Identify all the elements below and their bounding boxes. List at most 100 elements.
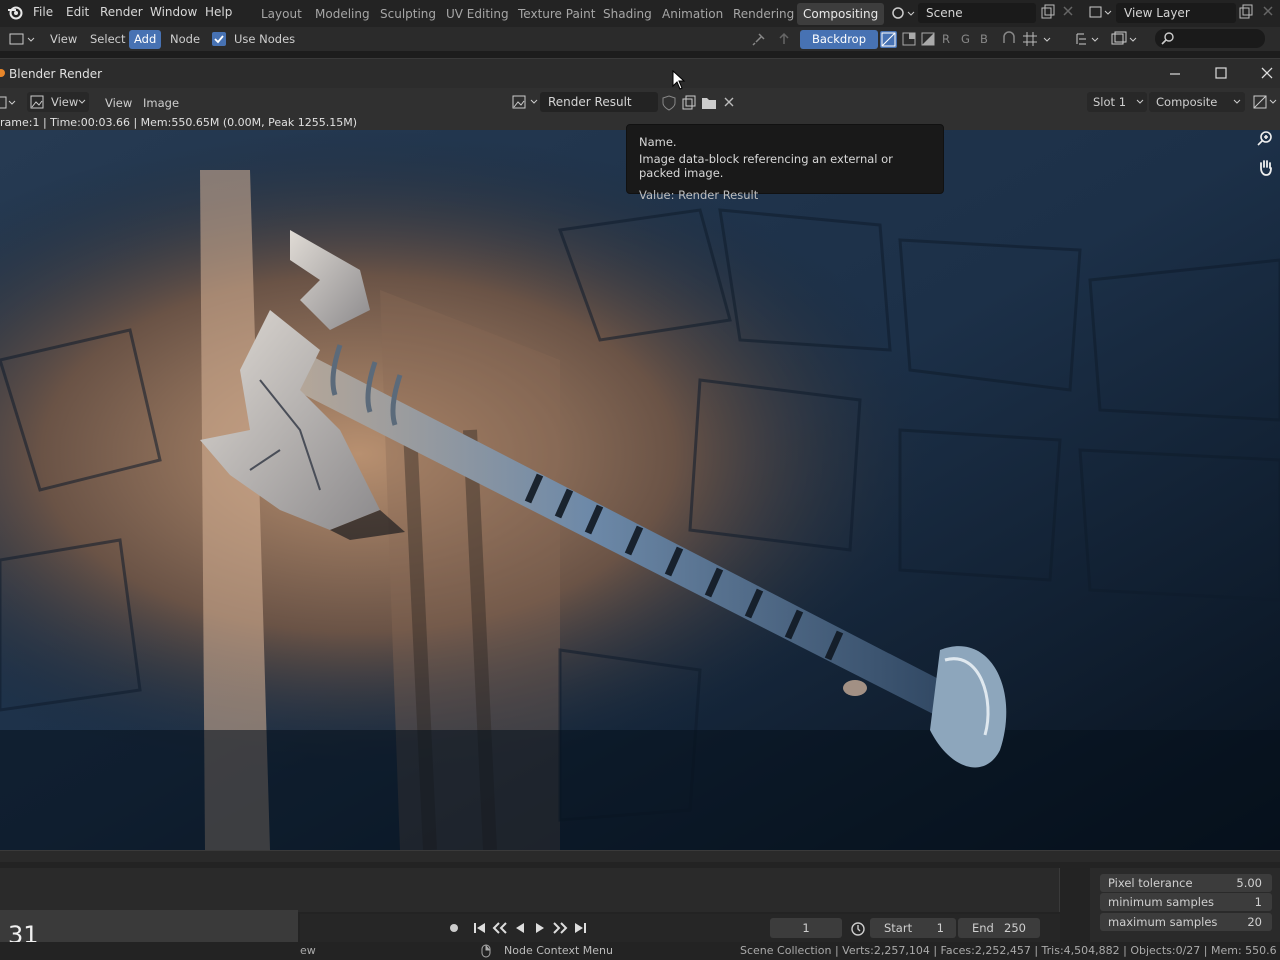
- timeline-region: [0, 868, 1060, 912]
- backdrop-toggle[interactable]: Backdrop: [800, 30, 878, 49]
- prev-keyframe-icon[interactable]: [492, 920, 508, 936]
- fake-user-shield-icon[interactable]: [661, 95, 677, 111]
- tooltip: Name. Image data-block referencing an ex…: [626, 124, 944, 202]
- view-mode-label: View: [51, 95, 79, 109]
- window-titlebar: Blender Render: [0, 58, 1280, 88]
- maximum-samples-field[interactable]: maximum samples 20: [1100, 913, 1272, 931]
- tab-animation[interactable]: Animation: [656, 3, 729, 25]
- minimize-icon[interactable]: [1168, 67, 1182, 81]
- channel-g[interactable]: G: [956, 30, 975, 49]
- new-scene-icon[interactable]: [1040, 4, 1056, 20]
- tooltip-title: Name.: [639, 135, 677, 149]
- view-menu[interactable]: View: [45, 30, 82, 49]
- top-bar: File Edit Render Window Help Layout Mode…: [0, 0, 1280, 27]
- backdrop-alpha-icon[interactable]: [901, 31, 917, 47]
- menu-render[interactable]: Render: [100, 5, 143, 19]
- pixel-tolerance-field[interactable]: Pixel tolerance 5.00: [1100, 874, 1272, 892]
- node-menu[interactable]: Node: [165, 30, 205, 49]
- tooltip-value: Value: Render Result: [639, 188, 759, 202]
- scene-icon[interactable]: [890, 4, 916, 22]
- pin-icon[interactable]: [751, 31, 767, 47]
- display-mode-icon[interactable]: [1110, 31, 1140, 47]
- new-view-layer-icon[interactable]: [1238, 4, 1254, 20]
- render-result-image: [0, 130, 1280, 850]
- prop-label: Pixel tolerance: [1108, 876, 1193, 890]
- outliner-filter-icon[interactable]: [1074, 31, 1104, 47]
- menu-help[interactable]: Help: [205, 5, 232, 19]
- tab-texture-paint[interactable]: Texture Paint: [512, 3, 601, 25]
- new-image-icon[interactable]: [681, 95, 697, 111]
- blender-logo-icon[interactable]: [7, 5, 24, 20]
- image-icon: [30, 95, 44, 109]
- channel-r[interactable]: R: [937, 30, 955, 49]
- prop-value: 1: [1254, 895, 1262, 909]
- view-mode-dropdown[interactable]: View: [27, 92, 89, 112]
- tab-uv-editing[interactable]: UV Editing: [440, 3, 515, 25]
- tab-modeling[interactable]: Modeling: [309, 3, 376, 25]
- channel-b[interactable]: B: [975, 30, 993, 49]
- current-frame-field[interactable]: 1: [770, 918, 842, 938]
- tab-shading[interactable]: Shading: [597, 3, 658, 25]
- slot-dropdown[interactable]: Slot 1: [1087, 92, 1147, 112]
- menu-file[interactable]: File: [33, 5, 53, 19]
- record-icon[interactable]: [446, 920, 462, 936]
- select-menu[interactable]: Select: [85, 30, 130, 49]
- render-layer-dropdown[interactable]: Composite: [1149, 92, 1245, 112]
- tab-rendering[interactable]: Rendering: [727, 3, 800, 25]
- add-menu[interactable]: Add: [129, 30, 162, 49]
- image-menu[interactable]: Image: [138, 94, 184, 113]
- status-bar: ew Node Context Menu Scene Collection | …: [0, 942, 1280, 960]
- use-nodes-label: Use Nodes: [234, 32, 296, 46]
- unlink-image-icon[interactable]: [723, 96, 735, 108]
- image-name-field[interactable]: Render Result: [540, 92, 658, 112]
- parent-node-tree-icon[interactable]: [776, 31, 792, 47]
- tab-sculpting[interactable]: Sculpting: [374, 3, 442, 25]
- display-channels-icon[interactable]: [1252, 94, 1280, 110]
- scene-selector[interactable]: Scene: [918, 3, 1036, 23]
- jump-start-icon[interactable]: [472, 920, 488, 936]
- image-editor-header: View View Image Render Result Slot 1 Com…: [0, 88, 1280, 116]
- editor-type-icon[interactable]: [8, 31, 38, 47]
- close-icon[interactable]: [1260, 66, 1274, 80]
- status-stats: Scene Collection | Verts:2,257,104 | Fac…: [740, 944, 1280, 957]
- minimum-samples-field[interactable]: minimum samples 1: [1100, 893, 1272, 911]
- backdrop-mono-icon[interactable]: [920, 31, 936, 47]
- search-icon: [1161, 32, 1174, 45]
- search-input[interactable]: [1155, 29, 1265, 48]
- next-keyframe-icon[interactable]: [552, 920, 568, 936]
- window-title: Blender Render: [9, 67, 103, 81]
- prop-value: 20: [1247, 915, 1262, 929]
- open-image-folder-icon[interactable]: [700, 95, 718, 111]
- play-icon[interactable]: [532, 920, 548, 936]
- menu-edit[interactable]: Edit: [66, 5, 89, 19]
- tab-layout[interactable]: Layout: [255, 3, 308, 25]
- snap-icon[interactable]: [1000, 31, 1018, 47]
- snap-grid-icon[interactable]: [1020, 30, 1056, 48]
- use-nodes-checkbox[interactable]: [212, 32, 226, 46]
- delete-view-layer-icon[interactable]: [1262, 5, 1274, 17]
- pan-hand-icon[interactable]: [1256, 158, 1276, 178]
- clock-icon[interactable]: [850, 920, 866, 936]
- editor-type-icon-left[interactable]: [0, 95, 20, 111]
- end-frame-field[interactable]: End 250: [958, 918, 1040, 938]
- start-frame-field[interactable]: Start 1: [870, 918, 956, 938]
- maximize-icon[interactable]: [1214, 66, 1228, 80]
- chevron-down-icon: [1233, 99, 1241, 104]
- browse-image-button[interactable]: [510, 92, 540, 112]
- view-layer-selector[interactable]: View Layer: [1116, 3, 1236, 23]
- tab-compositing[interactable]: Compositing: [797, 3, 885, 25]
- start-value: 1: [936, 921, 944, 935]
- chevron-down-icon: [1136, 99, 1144, 104]
- zoom-in-icon[interactable]: [1255, 130, 1275, 150]
- mouse-right-icon: [480, 944, 492, 958]
- delete-scene-icon[interactable]: [1062, 5, 1074, 17]
- view-layer-icon[interactable]: [1088, 4, 1114, 20]
- jump-end-icon[interactable]: [572, 920, 588, 936]
- backdrop-color-icon[interactable]: [880, 31, 897, 48]
- bottom-area: Pixel tolerance 5.00 minimum samples 1 m…: [0, 862, 1280, 960]
- view-menu-image[interactable]: View: [100, 94, 137, 113]
- play-reverse-icon[interactable]: [512, 920, 528, 936]
- menu-window[interactable]: Window: [150, 5, 197, 19]
- playback-bar: 1 Start 1 End 250: [300, 914, 1060, 942]
- status-context: Node Context Menu: [504, 944, 613, 957]
